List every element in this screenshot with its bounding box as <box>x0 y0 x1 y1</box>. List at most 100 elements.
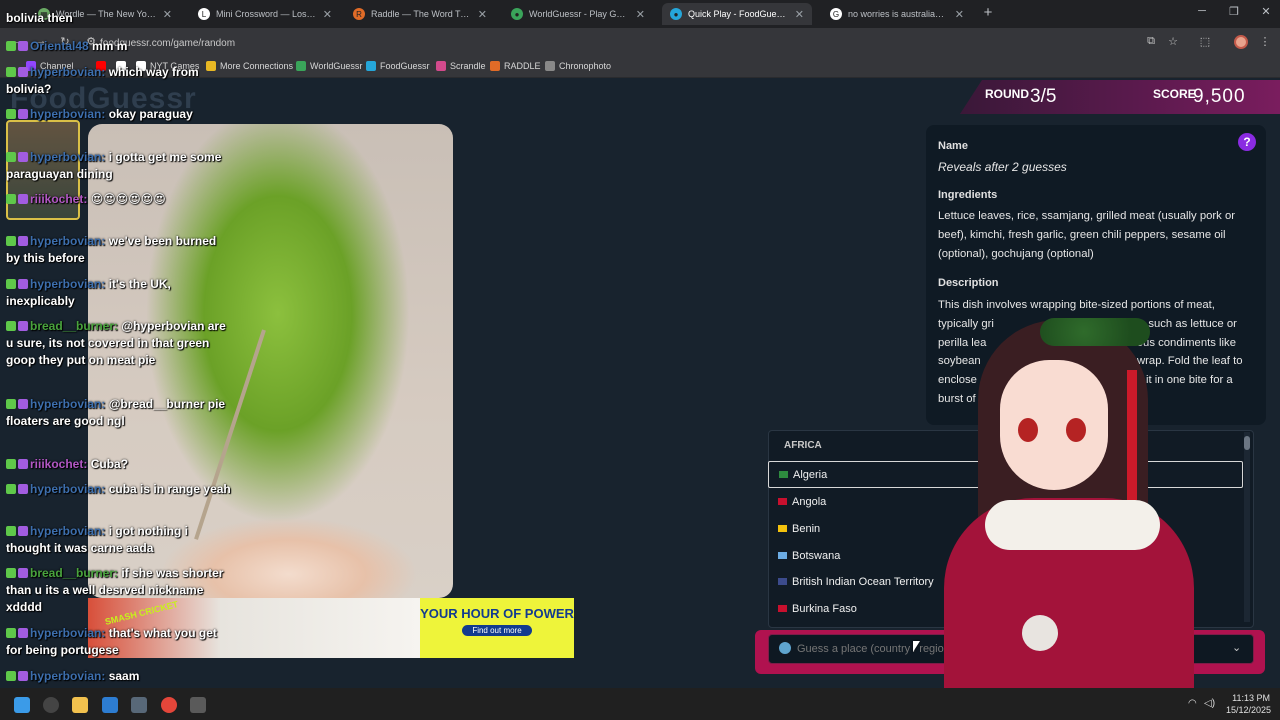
clock-time: 11:13 PM <box>1232 693 1270 703</box>
vtuber-wreath <box>1040 318 1150 346</box>
chat-message: hyperbovian: @bread__burner pie floaters… <box>6 396 231 430</box>
clock[interactable]: 11:13 PM 15/12/2025 <box>1226 692 1271 716</box>
chat-message: hyperbovian: i got nothing i thought it … <box>6 523 231 557</box>
chat-message: hyperbovian: that's what you get for bei… <box>6 625 231 659</box>
browser-tab[interactable]: R Raddle — The Word Transformation ✕ <box>345 3 495 25</box>
maximize-icon[interactable]: ❐ <box>1226 5 1242 18</box>
dropdown-scrollbar[interactable] <box>1244 432 1250 622</box>
vtuber-collar <box>985 500 1160 550</box>
chat-text: cuba is in range yeah <box>108 482 231 496</box>
chat-username: hyperbovian: <box>30 150 106 164</box>
chat-text: saam <box>108 669 140 683</box>
round-value: 3/5 <box>1030 86 1057 107</box>
flag-icon <box>778 552 787 559</box>
bookmark-item[interactable]: Scrandle <box>436 61 486 71</box>
chat-message: bolivia then <box>6 10 231 27</box>
chat-username: hyperbovian: <box>30 669 106 683</box>
close-window-icon[interactable]: ✕ <box>1258 5 1274 18</box>
chat-username: bread__burner: <box>30 566 119 580</box>
file-explorer-icon[interactable] <box>72 697 88 713</box>
close-tab-icon[interactable]: ✕ <box>323 8 332 21</box>
wifi-icon[interactable]: ◠ <box>1188 698 1197 709</box>
bookmark-item[interactable]: FoodGuessr <box>366 61 430 71</box>
flag-icon <box>778 578 787 585</box>
vtuber-face <box>1000 360 1108 490</box>
tab-title: no worries is australian - Google Search <box>848 9 949 19</box>
close-tab-icon[interactable]: ✕ <box>955 8 964 21</box>
menu-icon[interactable]: ⋮ <box>1258 35 1272 49</box>
close-tab-icon[interactable]: ✕ <box>636 8 645 21</box>
sub-badge-icon <box>18 484 28 494</box>
check-badge-icon <box>6 628 16 638</box>
vtuber-bell <box>1022 615 1058 651</box>
vtuber-ribbon <box>1127 370 1137 500</box>
chat-text: mm m <box>92 39 128 53</box>
bookmark-icon <box>366 61 376 71</box>
extensions-icon[interactable]: ⬚ <box>1198 35 1212 49</box>
obs-icon[interactable] <box>43 697 59 713</box>
bookmark-item[interactable]: RADDLE <box>490 61 541 71</box>
round-label: ROUND <box>985 87 1029 101</box>
ad-headline: YOUR HOUR OF POWER <box>420 606 574 621</box>
sub-badge-icon <box>18 399 28 409</box>
ingredients-value: Lettuce leaves, rice, ssamjang, grilled … <box>938 210 1235 260</box>
sub-badge-icon <box>18 459 28 469</box>
tab-favicon-icon: ● <box>670 8 682 20</box>
chat-username: riiikochet: <box>30 457 88 471</box>
score-value: 9,500 <box>1193 86 1246 107</box>
chat-message: hyperbovian: it's the UK, inexplicably <box>6 276 231 310</box>
check-badge-icon <box>6 279 16 289</box>
photos-icon[interactable] <box>102 697 118 713</box>
flag-icon <box>778 498 787 505</box>
chat-username: hyperbovian: <box>30 277 106 291</box>
check-badge-icon <box>6 41 16 51</box>
country-name: Benin <box>792 522 821 535</box>
browser-tab[interactable]: ● Quick Play - FoodGuessr | Food Trivia ✕ <box>662 3 812 25</box>
chat-username: riiikochet: <box>30 192 88 206</box>
tab-favicon-icon: ● <box>511 8 523 20</box>
chat-username: hyperbovian: <box>30 234 106 248</box>
bookmark-item[interactable]: WorldGuessr <box>296 61 362 71</box>
vtube-icon[interactable] <box>131 697 147 713</box>
chat-message: hyperbovian: saam <box>6 668 231 685</box>
check-badge-icon <box>6 109 16 119</box>
chat-text: okay paraguay <box>108 107 193 121</box>
new-tab-button[interactable]: + <box>980 4 996 21</box>
chrome-icon[interactable] <box>161 697 177 713</box>
chat-text: Cuba? <box>90 457 129 471</box>
minimize-icon[interactable]: ─ <box>1194 5 1210 17</box>
help-icon[interactable]: ? <box>1238 133 1256 151</box>
chat-username: hyperbovian: <box>30 397 106 411</box>
close-tab-icon[interactable]: ✕ <box>795 8 804 21</box>
ingredients-heading: Ingredients <box>938 189 998 201</box>
country-name: Angola <box>792 495 827 508</box>
bookmark-item[interactable]: Chronophoto <box>545 61 611 71</box>
close-tab-icon[interactable]: ✕ <box>478 8 487 21</box>
bookmark-star-icon[interactable]: ☆ <box>1166 35 1180 49</box>
browser-tab[interactable]: Gno worries is australian - Google Searc… <box>822 3 972 25</box>
chat-message: hyperbovian: we've been burned by this b… <box>6 233 231 267</box>
windows-start-icon[interactable] <box>14 697 30 713</box>
check-badge-icon <box>6 671 16 681</box>
check-badge-icon <box>6 67 16 77</box>
dropdown-scroll-thumb[interactable] <box>1244 436 1250 450</box>
chat-message: bread__burner: if she was shorter than u… <box>6 565 231 616</box>
app-icon[interactable] <box>190 697 206 713</box>
bookmark-icon <box>436 61 446 71</box>
bookmark-icon <box>296 61 306 71</box>
flag-icon <box>778 525 787 532</box>
profile-avatar[interactable] <box>1234 35 1248 49</box>
ad-cta-button[interactable]: Find out more <box>462 625 532 636</box>
chevron-down-icon[interactable]: ⌄ <box>1232 641 1241 654</box>
browser-tab[interactable]: ● WorldGuessr - Play Geoguessr Free ✕ <box>503 3 653 25</box>
sub-badge-icon <box>18 236 28 246</box>
chat-message: hyperbovian: which way from bolivia? <box>6 64 231 98</box>
check-badge-icon <box>6 399 16 409</box>
bookmark-icon <box>490 61 500 71</box>
install-icon[interactable]: ⧉ <box>1144 35 1158 49</box>
chat-username: hyperbovian: <box>30 107 106 121</box>
volume-icon[interactable]: ◁) <box>1204 698 1215 709</box>
chat-text: bolivia then <box>6 11 73 25</box>
chat-message: hyperbovian: okay paraguay <box>6 106 231 123</box>
mouse-cursor <box>913 641 920 652</box>
